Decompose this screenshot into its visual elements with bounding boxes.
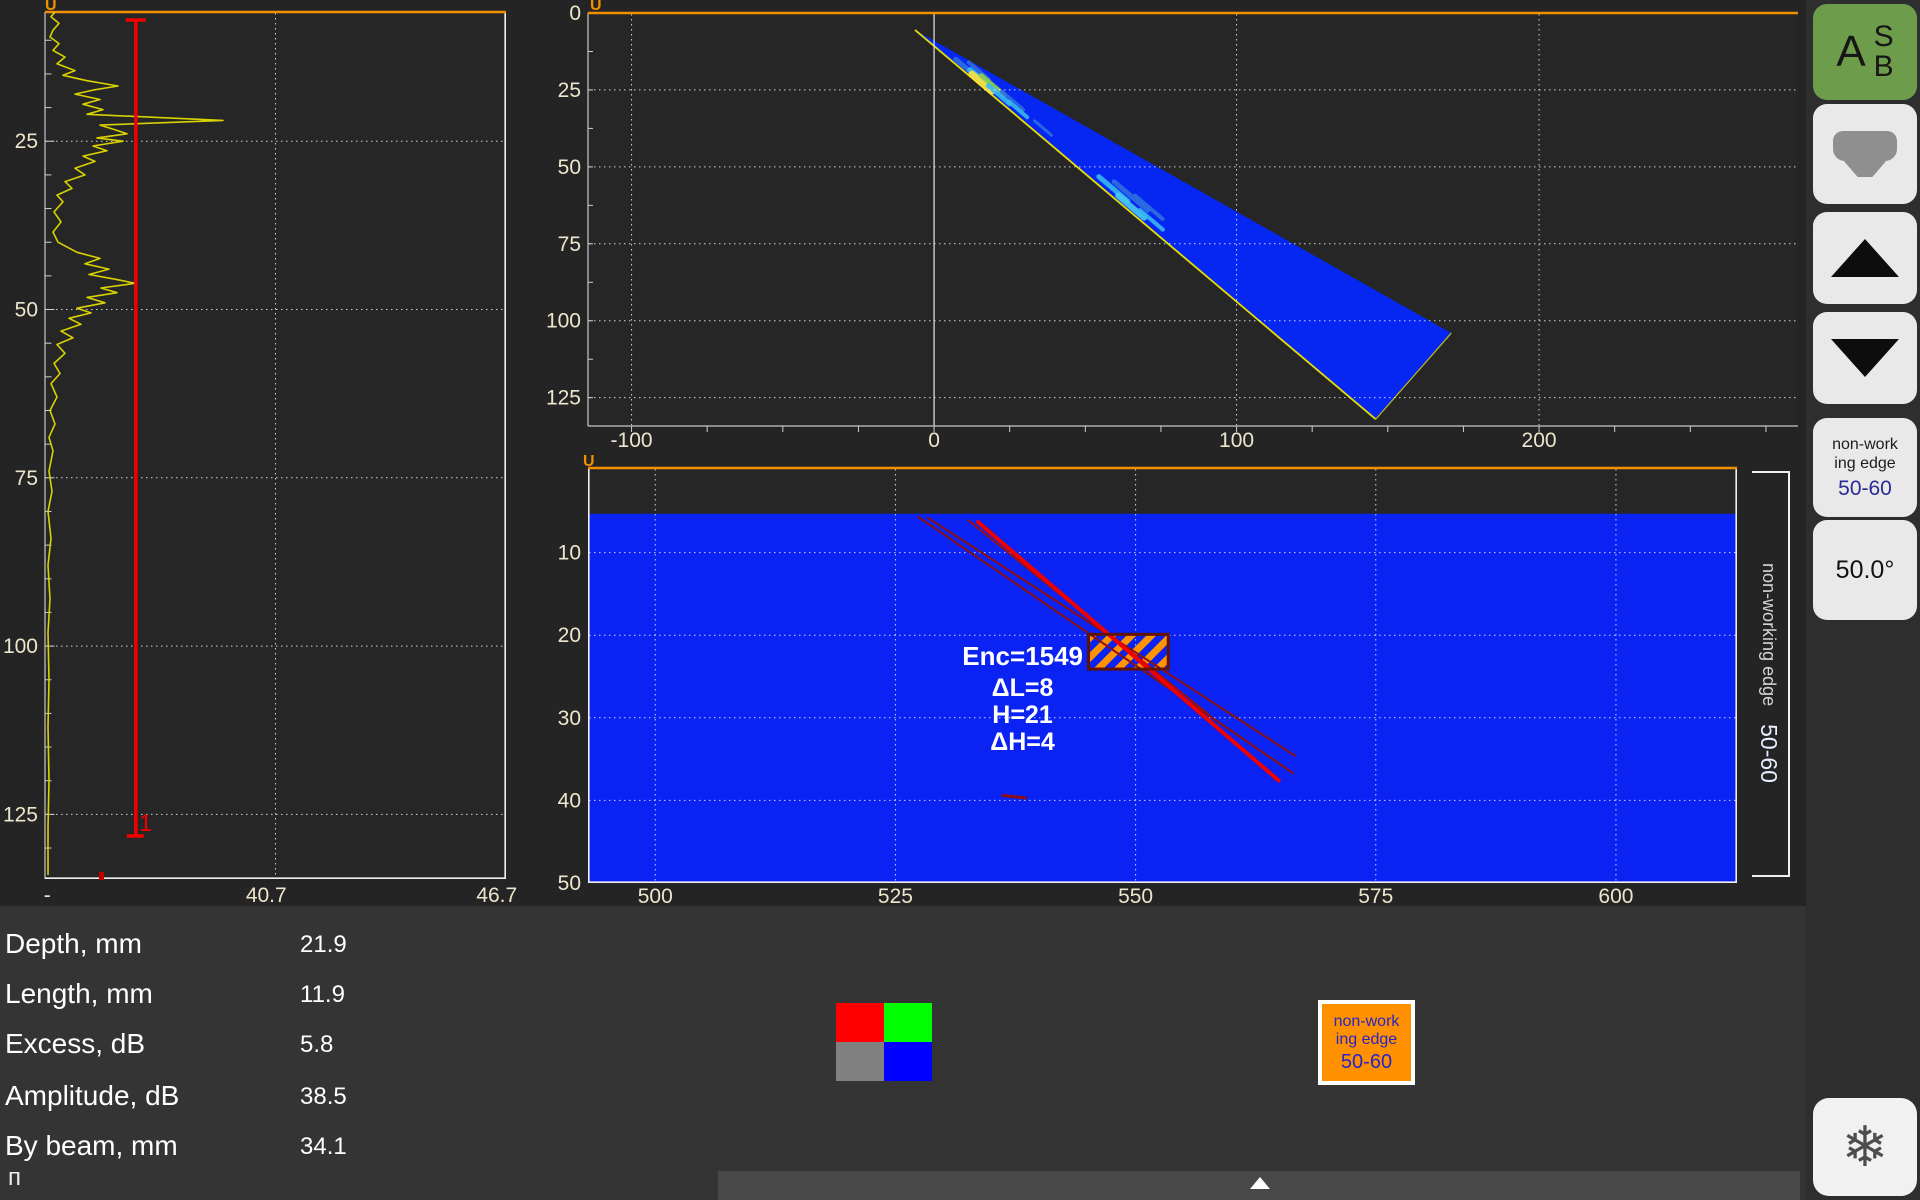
badge-line1: non-work xyxy=(1334,1013,1400,1031)
edge-range-value: 50-60 xyxy=(1838,477,1892,501)
beam-angle-value: 50.0° xyxy=(1836,556,1895,585)
x-axis-tick-label: 600 xyxy=(1598,885,1633,908)
x-axis-tick-label: 500 xyxy=(638,885,673,908)
x-axis-tick-label: 525 xyxy=(878,885,913,908)
x-axis-tick-label: 200 xyxy=(1522,429,1557,452)
scan-mode-b: B xyxy=(1874,52,1894,82)
y-axis-tick-label: 100 xyxy=(546,310,581,333)
bottom-drawer-handle[interactable] xyxy=(718,1171,1800,1200)
y-axis-tick-label: 100 xyxy=(3,635,38,658)
edge-range-button[interactable]: non-work ing edge 50-60 xyxy=(1813,418,1917,517)
annotation-delta-l: ΔL=8 xyxy=(950,674,1095,703)
y-axis-tick-label: 40 xyxy=(558,789,581,812)
x-axis-tick-label: - xyxy=(44,884,51,907)
snowflake-icon: ❄ xyxy=(1842,1119,1889,1175)
x-axis-tick-label: 40.7 xyxy=(246,884,287,907)
y-axis-tick-label: 20 xyxy=(558,624,581,647)
freeze-button[interactable]: ❄ xyxy=(1813,1098,1917,1196)
annotation-encoder: Enc=1549 xyxy=(943,641,1083,672)
probe-icon xyxy=(1833,131,1897,177)
edge-strip-range: 50-60 xyxy=(1756,724,1783,783)
badge-range: 50-60 xyxy=(1341,1051,1392,1073)
bscan-u-label: U xyxy=(583,453,595,471)
y-axis-tick-label: 50 xyxy=(558,156,581,179)
y-axis-tick-label: 30 xyxy=(558,707,581,730)
palette-red-cell[interactable] xyxy=(836,1003,884,1042)
scan-mode-a: A xyxy=(1836,27,1865,77)
x-axis-tick-label: 0 xyxy=(928,429,940,452)
measurement-label: By beam, mm xyxy=(5,1130,178,1162)
badge-line2: ing edge xyxy=(1336,1031,1397,1049)
y-axis-tick-label: 25 xyxy=(558,79,581,102)
scroll-down-button[interactable] xyxy=(1813,312,1917,404)
measurement-row: By beam, mm 34.1 xyxy=(0,1124,600,1172)
scan-mode-s: S xyxy=(1874,22,1894,52)
measurement-label: Excess, dB xyxy=(5,1028,145,1060)
palette-green-cell[interactable] xyxy=(884,1003,932,1042)
x-axis-tick-label: 100 xyxy=(1219,429,1254,452)
measurement-value: 21.9 xyxy=(300,931,347,959)
palette-gray-cell[interactable] xyxy=(836,1042,884,1081)
edge-range-line2: ing edge xyxy=(1834,454,1895,473)
measurement-label: Depth, mm xyxy=(5,928,142,960)
measurement-value: 11.9 xyxy=(300,981,345,1009)
x-axis-tick-label: 46.7 xyxy=(476,884,517,907)
down-arrow-icon xyxy=(1831,339,1899,377)
axis-marker xyxy=(99,872,104,880)
gate-cursor-label: 1 xyxy=(139,810,152,837)
measurement-row: Depth, mm 21.9 xyxy=(0,922,600,970)
y-axis-tick-label: 75 xyxy=(558,233,581,256)
annotation-delta-h: ΔH=4 xyxy=(950,728,1095,757)
sector-scan-plot[interactable]: 0 25 50 75 100 125 -100 0 100 200 xyxy=(540,0,1806,460)
measurement-label: Amplitude, dB xyxy=(5,1080,179,1112)
annotation-height: H=21 xyxy=(950,701,1095,730)
sidebar: A S B non-work ing edge 50-60 50.0° xyxy=(1806,0,1920,1200)
x-axis-tick-label: 575 xyxy=(1358,885,1393,908)
edge-strip-label: non-working edge 50-60 xyxy=(1751,471,1787,875)
y-axis-tick-label: 75 xyxy=(15,467,38,490)
y-axis-tick-label: 10 xyxy=(558,542,581,565)
x-axis-tick-label: -100 xyxy=(611,429,653,452)
up-arrow-icon xyxy=(1250,1177,1270,1189)
y-axis-tick-label: 125 xyxy=(3,803,38,826)
corner-char: п xyxy=(8,1164,21,1192)
app-window: 2550751001251-40.746.7 0255075100125-100… xyxy=(0,0,1920,1200)
ascan-u-label: U xyxy=(45,0,57,15)
measurement-label: Length, mm xyxy=(5,978,153,1010)
bscan-material-fill xyxy=(588,514,1737,883)
measurement-row: Length, mm 11.9 xyxy=(0,972,600,1020)
measurement-value: 38.5 xyxy=(300,1083,347,1111)
bscan-plot[interactable]: 10 20 30 40 50 500 525 550 575 600 xyxy=(540,455,1806,910)
palette-blue-cell[interactable] xyxy=(884,1042,932,1081)
measurement-value: 34.1 xyxy=(300,1133,347,1161)
edge-strip-text: non-working edge xyxy=(1759,563,1780,706)
beam-angle-button[interactable]: 50.0° xyxy=(1813,520,1917,620)
sector-u-label: U xyxy=(590,0,602,15)
up-arrow-icon xyxy=(1831,239,1899,277)
y-axis-tick-label: 50 xyxy=(558,872,581,895)
measurement-row: Excess, dB 5.8 xyxy=(0,1022,600,1070)
scroll-up-button[interactable] xyxy=(1813,212,1917,304)
y-axis-tick-label: 50 xyxy=(15,299,38,322)
edge-mode-badge[interactable]: non-work ing edge 50-60 xyxy=(1318,1000,1415,1085)
probe-button[interactable] xyxy=(1813,104,1917,204)
ascan-plot[interactable]: 25 50 75 100 125 1 - 40.7 46.7 xyxy=(0,0,540,910)
color-palette xyxy=(836,1003,932,1081)
y-axis-tick-label: 0 xyxy=(569,2,581,25)
measurement-value: 5.8 xyxy=(300,1031,333,1059)
edge-mode-badge-inner: non-work ing edge 50-60 xyxy=(1322,1004,1411,1081)
y-axis-tick-label: 25 xyxy=(15,130,38,153)
x-axis-tick-label: 550 xyxy=(1118,885,1153,908)
scan-mode-button[interactable]: A S B xyxy=(1813,4,1917,100)
measurement-row: Amplitude, dB 38.5 xyxy=(0,1074,600,1122)
y-axis-tick-label: 125 xyxy=(546,387,581,410)
edge-range-line1: non-work xyxy=(1832,435,1898,454)
